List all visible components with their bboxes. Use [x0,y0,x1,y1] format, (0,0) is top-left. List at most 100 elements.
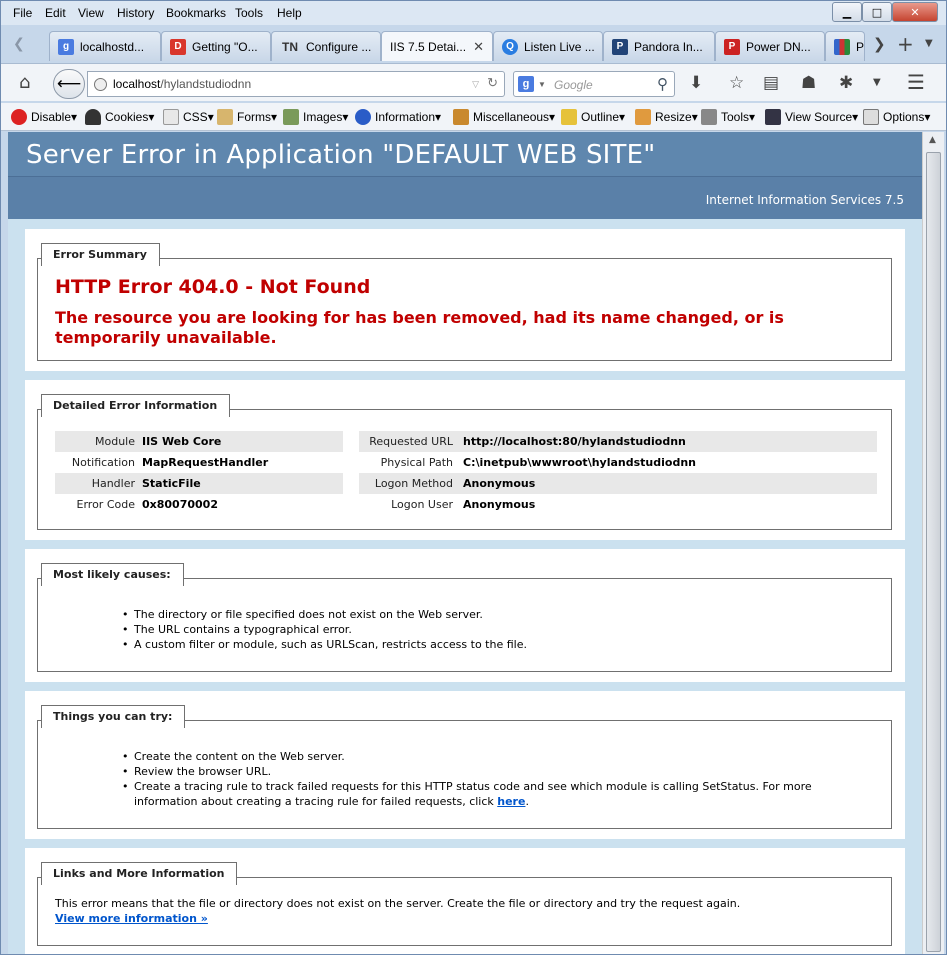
close-tab-icon[interactable]: ✕ [473,39,484,55]
cookies-menu[interactable]: Cookies▾ [85,109,154,125]
miscellaneous-menu[interactable]: Miscellaneous▾ [453,109,555,125]
devtool-label: Images [303,110,343,124]
tab-power-dnn[interactable]: P Power DN... [715,31,825,61]
detail-key: Physical Path [380,456,453,469]
detail-row: Logon Method Anonymous [359,473,877,494]
search-icon[interactable]: ⚲ [657,75,668,93]
tab-localhostd[interactable]: g localhostd... [49,31,161,61]
tab-scroll-left-icon[interactable]: ❮ [13,36,25,52]
menu-tools[interactable]: Tools [235,6,263,20]
globe-icon [94,78,107,91]
menu-hamburger-icon[interactable]: ☰ [907,70,925,94]
outline-menu[interactable]: Outline▾ [561,109,625,125]
menu-help[interactable]: Help [277,6,302,20]
tab-list-icon[interactable]: ▼ [925,38,933,49]
menu-file[interactable]: File [13,6,32,20]
detail-key: Notification [71,456,135,469]
search-box[interactable]: g ▼ Google ⚲ [513,71,675,97]
close-button[interactable]: ✕ [892,2,938,22]
back-button[interactable]: ⟵ [53,69,85,99]
minimize-button[interactable]: ▁ [832,2,862,22]
forms-menu[interactable]: Forms▾ [217,109,277,125]
tab-iis-active[interactable]: IIS 7.5 Detai... ✕ [381,31,493,61]
q-icon: Q [502,38,518,55]
menu-bookmarks[interactable]: Bookmarks [166,6,226,20]
options-icon [863,109,879,125]
tab-label: Power DN... [746,39,811,54]
devtool-label: Options [883,110,925,124]
tab-label: IIS 7.5 Detai... [390,39,467,54]
detail-key: Logon User [391,498,453,511]
devtool-label: Miscellaneous [473,110,550,124]
new-tab-icon[interactable]: + [897,32,914,56]
information-icon [355,109,371,125]
tab-pa[interactable]: Pa [825,31,865,61]
menu-edit[interactable]: Edit [45,6,66,20]
detail-row: Module IIS Web Core [55,431,343,452]
vertical-scrollbar[interactable]: ▲ [922,132,944,954]
menu-history[interactable]: History [117,6,154,20]
download-icon[interactable]: ⬇ [689,73,703,93]
reload-icon[interactable]: ▽ ↻ [472,75,498,91]
tab-label: Getting "O... [192,39,258,54]
search-engine-dropdown-icon[interactable]: ▼ [538,80,546,89]
tab-scroll-right-icon[interactable]: ❯ [873,35,886,53]
tools-menu[interactable]: Tools▾ [701,109,755,125]
web-developer-toolbar: Disable▾ Cookies▾ CSS▾ Forms▾ Images▾ In… [1,103,946,131]
url-bar[interactable]: localhost/hylandstudiodnn ▽ ↻ [87,71,505,97]
images-menu[interactable]: Images▾ [283,109,348,125]
disable-menu[interactable]: Disable▾ [11,109,77,125]
links-legend: Links and More Information [41,862,238,888]
detail-value: IIS Web Core [142,435,222,448]
tab-pandora[interactable]: P Pandora In... [603,31,715,61]
detail-row: Physical Path C:\inetpub\wwwroot\hylandst… [359,452,877,473]
detail-row: Logon User Anonymous [359,494,877,515]
detail-row: Handler StaticFile [55,473,343,494]
firebug-icon[interactable]: ✱ [839,73,853,93]
android-icon[interactable]: ☗ [801,73,816,93]
menu-bar: File Edit View History Bookmarks Tools H… [1,1,946,25]
detail-row: Requested URL http://localhost:80/hylands… [359,431,877,452]
here-link[interactable]: here [497,795,525,808]
disable-icon [11,109,27,125]
devtool-label: Resize [655,110,692,124]
options-menu[interactable]: Options▾ [863,109,930,125]
dnn-icon: D [170,38,186,55]
maximize-button[interactable]: □ [862,2,892,22]
tab-configure[interactable]: TN Configure ... [271,31,381,61]
miscellaneous-icon [453,109,469,125]
tab-label: Pa [856,39,865,54]
causes-panel: Most likely causes: The directory or fil… [25,549,905,682]
scroll-up-icon[interactable]: ▲ [929,135,936,145]
view-source-menu[interactable]: View Source▾ [765,109,858,125]
tab-label: Configure ... [306,39,372,54]
view-source-icon [765,109,781,125]
css-menu[interactable]: CSS▾ [163,109,214,125]
dropdown-icon[interactable]: ▼ [873,77,881,88]
detail-key: Module [95,435,135,448]
devtool-label: CSS [183,110,208,124]
detail-value: 0x80070002 [142,498,218,511]
menu-view[interactable]: View [78,6,104,20]
resize-menu[interactable]: Resize▾ [635,109,698,125]
bookmark-star-icon[interactable]: ☆ [729,73,744,93]
devtool-label: Tools [721,110,750,124]
list-item: A custom filter or module, such as URLSc… [122,637,862,652]
detail-value: MapRequestHandler [142,456,269,469]
tab-listen-live[interactable]: Q Listen Live ... [493,31,603,61]
devtool-label: Forms [237,110,271,124]
tab-label: localhostd... [80,39,145,54]
url-text: localhost/hylandstudiodnn [113,77,251,91]
view-more-link[interactable]: View more information » [55,912,208,925]
bookmarks-list-icon[interactable]: ▤ [763,73,779,93]
server-name: Internet Information Services 7.5 [705,193,904,207]
devtool-label: Disable [31,110,72,124]
tab-getting[interactable]: D Getting "O... [161,31,271,61]
information-menu[interactable]: Information▾ [355,109,441,125]
scrollbar-thumb[interactable] [926,152,941,952]
tracing-rule-text: Create a tracing rule to track failed re… [134,780,812,808]
causes-list: The directory or file specified does not… [122,607,862,652]
arrow-left-icon: ⟵ [56,74,82,94]
home-icon[interactable]: ⌂ [19,72,30,93]
url-path: /hylandstudiodnn [160,77,252,91]
